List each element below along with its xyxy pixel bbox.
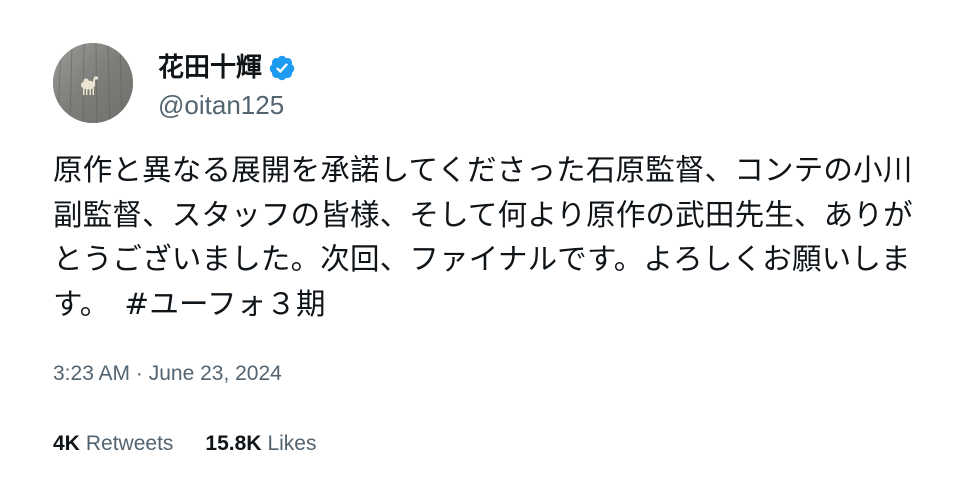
- retweets-label: Retweets: [85, 432, 174, 455]
- verified-badge-icon: [268, 54, 296, 82]
- tweet-body: 原作と異なる展開を承諾してくださった石原監督、コンテの小川副監督、スタッフの皆様…: [53, 148, 913, 326]
- author-display-name[interactable]: 花田十輝: [158, 50, 262, 86]
- retweets-count: 4K: [53, 432, 80, 455]
- author-name-row: 花田十輝: [158, 50, 296, 86]
- author-handle[interactable]: @oitan125: [158, 87, 284, 123]
- likes-count: 15.8K: [205, 432, 262, 455]
- author-avatar[interactable]: [53, 43, 133, 123]
- hashtag-link[interactable]: #ユーフォ３期: [124, 287, 325, 321]
- tweet-stats: 4K Retweets 15.8K Likes: [53, 430, 316, 458]
- likes-stat[interactable]: 15.8K Likes: [205, 430, 316, 458]
- camel-on-wood-avatar-icon: [53, 43, 133, 123]
- retweets-stat[interactable]: 4K Retweets: [53, 430, 173, 458]
- tweet-timestamp[interactable]: 3:23 AM · June 23, 2024: [53, 360, 282, 388]
- likes-label: Likes: [267, 432, 317, 455]
- tweet-card: 花田十輝 @oitan125 原作と異なる展開を承諾してくださった石原監督、コン…: [0, 0, 960, 502]
